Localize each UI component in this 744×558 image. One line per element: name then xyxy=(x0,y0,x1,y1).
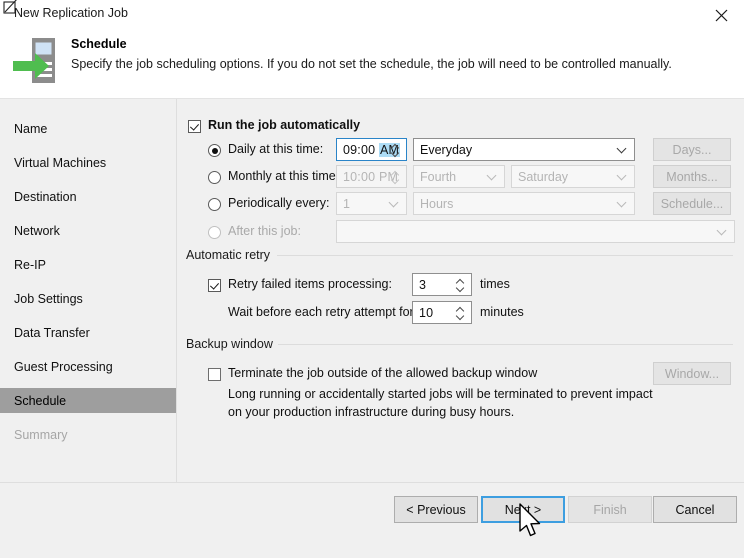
next-button[interactable]: Next > xyxy=(481,496,565,523)
sidebar-item-data-transfer[interactable]: Data Transfer xyxy=(0,320,176,345)
retry-wait-label: Wait before each retry attempt for: xyxy=(228,305,418,319)
sidebar-item-re-ip[interactable]: Re-IP xyxy=(0,252,176,277)
page-description: Specify the job scheduling options. If y… xyxy=(71,57,672,71)
sidebar-item-network[interactable]: Network xyxy=(0,218,176,243)
monthly-label: Monthly at this time: xyxy=(228,169,340,183)
daily-frequency-value: Everyday xyxy=(420,142,473,157)
retry-wait-unit: minutes xyxy=(480,305,524,319)
automatic-retry-divider xyxy=(277,255,733,256)
retry-failed-label: Retry failed items processing: xyxy=(228,277,392,291)
daily-radio[interactable] xyxy=(208,144,221,157)
after-job-label: After this job: xyxy=(228,224,301,238)
backup-window-divider xyxy=(274,344,733,345)
monthly-radio[interactable] xyxy=(208,171,221,184)
automatic-retry-group-label: Automatic retry xyxy=(186,248,276,262)
monthly-time-input: 10:00 PM xyxy=(336,165,407,188)
chevron-down-icon xyxy=(390,199,399,208)
wizard-content: Run the job automatically Daily at this … xyxy=(177,99,744,483)
sidebar-item-guest-processing[interactable]: Guest Processing xyxy=(0,354,176,379)
days-button: Days... xyxy=(653,138,731,161)
run-automatically-checkbox[interactable] xyxy=(188,120,201,133)
retry-times-value: 3 xyxy=(419,277,427,292)
monthly-time-spinner xyxy=(389,166,402,187)
chevron-down-icon xyxy=(718,227,727,236)
retry-times-spinner[interactable] xyxy=(454,274,467,295)
wizard-header: Schedule Specify the job scheduling opti… xyxy=(0,30,744,98)
daily-time-spinner[interactable] xyxy=(389,139,402,160)
wizard-body: Name Virtual Machines Destination Networ… xyxy=(0,98,744,483)
monthly-ordinal-combo: Fourth xyxy=(413,165,505,188)
chevron-down-icon xyxy=(618,172,627,181)
wizard-footer: < Previous Next > Finish Cancel xyxy=(0,482,744,558)
periodically-count-value: 1 xyxy=(343,196,350,211)
backup-window-group-label: Backup window xyxy=(186,337,278,351)
retry-times-unit: times xyxy=(480,277,510,291)
retry-failed-checkbox[interactable] xyxy=(208,279,221,292)
schedule-button: Schedule... xyxy=(653,192,731,215)
daily-time-value: 09:00 xyxy=(343,142,379,157)
retry-wait-spinner[interactable] xyxy=(454,302,467,323)
terminate-job-label: Terminate the job outside of the allowed… xyxy=(228,366,538,380)
chevron-down-icon xyxy=(618,145,627,154)
close-button[interactable] xyxy=(699,0,744,30)
retry-times-input[interactable]: 3 xyxy=(412,273,472,296)
terminate-job-checkbox[interactable] xyxy=(208,368,221,381)
page-title: Schedule xyxy=(71,37,127,51)
monthly-weekday-value: Saturday xyxy=(518,169,569,184)
periodically-label: Periodically every: xyxy=(228,196,330,210)
backup-window-hint-line2: on your production infrastructure during… xyxy=(228,405,515,419)
cancel-button[interactable]: Cancel xyxy=(653,496,737,523)
sidebar-item-name[interactable]: Name xyxy=(0,116,176,141)
window-button: Window... xyxy=(653,362,731,385)
after-job-combo xyxy=(336,220,735,243)
periodically-radio[interactable] xyxy=(208,198,221,211)
backup-window-hint-line1: Long running or accidentally started job… xyxy=(228,387,653,401)
close-icon xyxy=(715,9,728,21)
sidebar-item-schedule[interactable]: Schedule xyxy=(0,388,176,413)
sidebar-item-virtual-machines[interactable]: Virtual Machines xyxy=(0,150,176,175)
finish-button: Finish xyxy=(568,496,652,523)
monthly-ordinal-value: Fourth xyxy=(420,169,457,184)
window-title: New Replication Job xyxy=(14,6,128,20)
retry-wait-input[interactable]: 10 xyxy=(412,301,472,324)
monthly-weekday-combo: Saturday xyxy=(511,165,635,188)
daily-time-input[interactable]: 09:00 AM xyxy=(336,138,407,161)
periodically-unit-combo: Hours xyxy=(413,192,635,215)
retry-wait-value: 10 xyxy=(419,305,434,320)
wizard-sidebar: Name Virtual Machines Destination Networ… xyxy=(0,99,177,483)
sidebar-item-summary: Summary xyxy=(14,427,68,442)
months-button: Months... xyxy=(653,165,731,188)
chevron-down-icon xyxy=(488,172,497,181)
title-bar: New Replication Job xyxy=(0,0,744,30)
sidebar-item-destination[interactable]: Destination xyxy=(0,184,176,209)
periodically-count-combo: 1 xyxy=(336,192,407,215)
daily-label: Daily at this time: xyxy=(228,142,324,156)
periodically-unit-value: Hours xyxy=(420,196,454,211)
chevron-down-icon xyxy=(618,199,627,208)
run-automatically-label: Run the job automatically xyxy=(208,118,361,132)
daily-frequency-combo[interactable]: Everyday xyxy=(413,138,635,161)
replication-schedule-icon xyxy=(13,38,55,83)
after-job-radio xyxy=(208,226,221,239)
previous-button[interactable]: < Previous xyxy=(394,496,478,523)
sidebar-item-job-settings[interactable]: Job Settings xyxy=(0,286,176,311)
